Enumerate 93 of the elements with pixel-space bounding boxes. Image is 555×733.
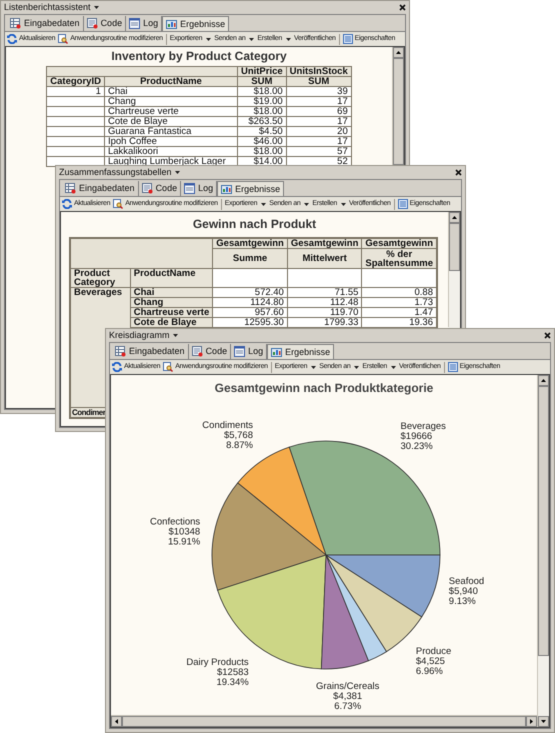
slice-label: Condiments $5,768 8.87% bbox=[202, 420, 253, 451]
list-icon bbox=[448, 362, 458, 372]
refresh-icon bbox=[62, 199, 72, 209]
scroll-left-button[interactable] bbox=[111, 716, 122, 727]
column-header: UnitPrice bbox=[237, 66, 286, 76]
slice-label: Beverages $19666 30.23% bbox=[400, 420, 446, 452]
window-title-menu[interactable]: Listenberichtassistent bbox=[4, 2, 99, 13]
close-icon[interactable] bbox=[544, 332, 551, 339]
scrollbar-thumb[interactable] bbox=[538, 386, 549, 656]
table-cell bbox=[46, 116, 104, 126]
close-icon[interactable] bbox=[455, 169, 462, 176]
scrollbar-thumb[interactable] bbox=[393, 58, 404, 165]
tab[interactable]: Log bbox=[231, 344, 268, 359]
column-header: Gesamtgewinn bbox=[212, 238, 288, 248]
caret-icon bbox=[354, 366, 360, 368]
column-header: CategoryID bbox=[46, 76, 104, 86]
document-icon bbox=[129, 18, 140, 29]
document-icon bbox=[184, 183, 196, 194]
chart-window-icon bbox=[166, 18, 178, 30]
tab[interactable]: Eingabedaten bbox=[7, 16, 84, 31]
tab[interactable]: Ergebnisse bbox=[217, 181, 284, 196]
caret-icon bbox=[311, 366, 316, 368]
caret-icon bbox=[340, 202, 346, 206]
caret-icon bbox=[174, 171, 180, 174]
table-cell bbox=[46, 146, 104, 156]
column-header: Gesamtgewinn bbox=[362, 238, 436, 248]
left-arrow-icon bbox=[115, 719, 118, 724]
list-icon bbox=[398, 199, 408, 209]
row-header: ProductName bbox=[130, 268, 213, 288]
report-title: Gewinn nach Produkt bbox=[192, 217, 316, 231]
scroll-right-button[interactable] bbox=[526, 716, 537, 727]
scrollbar-thumb[interactable] bbox=[449, 223, 460, 271]
tab[interactable]: Log bbox=[181, 181, 218, 196]
caret-icon bbox=[172, 334, 178, 337]
table-cell bbox=[46, 106, 104, 116]
slice-label: Produce $4,525 6.96% bbox=[416, 646, 452, 678]
report-title: Inventory by Product Category bbox=[111, 50, 287, 63]
column-header: Gesamtgewinn bbox=[287, 238, 362, 248]
table-icon bbox=[10, 18, 21, 29]
column-header: Mittelwert bbox=[287, 248, 362, 268]
chart-window-icon bbox=[271, 346, 282, 358]
document-icon bbox=[192, 346, 203, 357]
scroll-up-button[interactable] bbox=[449, 212, 460, 223]
tab[interactable]: Ergebnisse bbox=[267, 344, 334, 359]
scroll-down-button[interactable] bbox=[538, 716, 549, 727]
tab[interactable]: Ergebnisse bbox=[162, 16, 230, 31]
vertical-scrollbar[interactable] bbox=[392, 47, 404, 165]
slice-label: Grains/Cereals $4,381 6.73% bbox=[316, 681, 380, 712]
refresh-icon bbox=[112, 362, 122, 372]
table-cell bbox=[46, 96, 104, 106]
column-header: Summe bbox=[212, 248, 288, 268]
caret-icon bbox=[304, 202, 310, 206]
chart-window-icon bbox=[221, 184, 232, 194]
caret-icon bbox=[286, 38, 291, 40]
column-header: % der Spaltensumme bbox=[362, 248, 436, 268]
refresh-icon bbox=[7, 34, 17, 44]
caret-icon bbox=[390, 366, 396, 368]
tab[interactable]: Eingabedaten bbox=[62, 181, 139, 196]
list-icon bbox=[342, 34, 353, 44]
table-icon bbox=[65, 183, 76, 194]
table-cell bbox=[46, 136, 104, 146]
table-cell: 1 bbox=[46, 86, 104, 96]
vertical-scrollbar[interactable] bbox=[448, 212, 460, 327]
up-arrow-icon bbox=[452, 216, 457, 219]
scroll-up-button[interactable] bbox=[538, 375, 549, 386]
document-magnifier-icon bbox=[58, 34, 68, 44]
table-cell bbox=[46, 126, 104, 136]
column-header: UnitsInStock bbox=[286, 66, 352, 76]
up-arrow-icon bbox=[541, 379, 546, 382]
right-arrow-icon bbox=[530, 719, 533, 724]
caret-icon bbox=[206, 38, 212, 40]
document-icon bbox=[142, 183, 153, 194]
scroll-up-button[interactable] bbox=[393, 47, 404, 58]
slice-label: Dairy Products $12583 19.34% bbox=[186, 657, 249, 688]
document-magnifier-icon bbox=[113, 199, 124, 209]
up-arrow-icon bbox=[396, 51, 401, 54]
tab[interactable]: Log bbox=[126, 16, 162, 31]
caret-icon bbox=[249, 38, 254, 40]
down-arrow-icon bbox=[541, 720, 546, 723]
vertical-scrollbar[interactable] bbox=[537, 375, 549, 727]
document-icon bbox=[86, 18, 98, 29]
slice-label: Seafood $5,940 9.13% bbox=[448, 576, 484, 608]
tab[interactable]: Eingabedaten bbox=[112, 344, 189, 359]
row-header: Product Category bbox=[70, 268, 130, 288]
window-title-menu[interactable]: Zusammenfassungstabellen bbox=[59, 167, 180, 178]
chart-title: Gesamtgewinn nach Produktkategorie bbox=[214, 381, 434, 395]
close-icon[interactable] bbox=[399, 4, 406, 11]
slice-label: Confections $10348 15.91% bbox=[150, 516, 200, 548]
document-icon bbox=[234, 346, 246, 357]
table-icon bbox=[115, 346, 126, 357]
caret-icon bbox=[94, 6, 99, 9]
document-magnifier-icon bbox=[163, 362, 174, 372]
caret-icon bbox=[261, 202, 266, 206]
